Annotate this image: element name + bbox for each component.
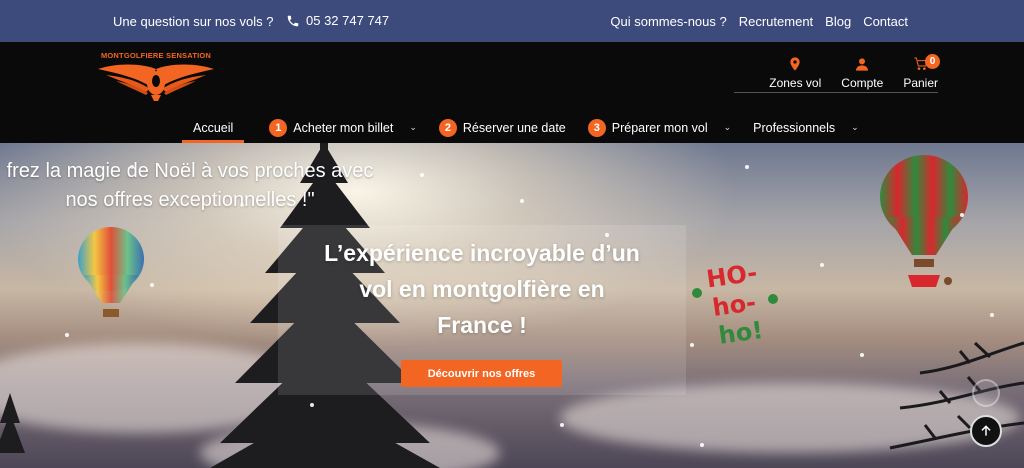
top-info-bar: Une question sur nos vols ? 05 32 747 74… bbox=[0, 0, 1024, 42]
question-text: Une question sur nos vols ? bbox=[113, 14, 274, 29]
snowflake bbox=[310, 403, 314, 407]
phone-link[interactable]: 05 32 747 747 bbox=[286, 13, 389, 28]
hero-banner: frez la magie de Noël à vos proches avec… bbox=[0, 143, 1024, 468]
cart-label: Panier bbox=[903, 76, 938, 90]
zones-vol-link[interactable]: Zones vol bbox=[769, 56, 821, 90]
scroll-indicator bbox=[972, 379, 1000, 407]
christmas-balloon-image bbox=[880, 155, 968, 287]
phoenix-logo-icon bbox=[98, 64, 214, 101]
christmas-promo-text: frez la magie de Noël à vos proches avec… bbox=[0, 157, 380, 215]
headline-line-3: France ! bbox=[437, 312, 527, 338]
account-label: Compte bbox=[841, 76, 884, 90]
nav-accueil-label: Accueil bbox=[193, 120, 234, 135]
link-qui-sommes-nous[interactable]: Qui sommes-nous ? bbox=[610, 14, 726, 29]
hero-headline: L’expérience incroyable d’un vol en mont… bbox=[283, 235, 681, 343]
user-icon bbox=[856, 58, 869, 71]
nav-preparer-vol[interactable]: 3 Préparer mon vol ⌄ bbox=[577, 112, 742, 143]
cart-link[interactable]: 0 Panier bbox=[903, 54, 940, 90]
nav-pro-label: Professionnels bbox=[753, 120, 836, 135]
link-contact[interactable]: Contact bbox=[863, 14, 908, 29]
nav-professionnels[interactable]: Professionnels ⌄ bbox=[742, 112, 870, 143]
snowflake bbox=[65, 333, 69, 337]
step-3-badge: 3 bbox=[587, 118, 606, 137]
chevron-down-icon: ⌄ bbox=[723, 122, 732, 132]
link-blog[interactable]: Blog bbox=[825, 14, 851, 29]
snowflake bbox=[420, 173, 424, 177]
nav-acheter-billet[interactable]: 1 Acheter mon billet ⌄ bbox=[258, 112, 428, 143]
discover-offers-button[interactable]: Découvrir nos offres bbox=[401, 360, 562, 387]
map-pin-icon bbox=[790, 57, 800, 71]
zones-vol-label: Zones vol bbox=[769, 76, 822, 90]
step-2-badge: 2 bbox=[438, 118, 457, 137]
chevron-down-icon: ⌄ bbox=[851, 122, 859, 132]
headline-line-2: vol en montgolfière en bbox=[359, 276, 605, 302]
phone-number: 05 32 747 747 bbox=[306, 13, 390, 28]
hot-air-balloon-left-image bbox=[78, 227, 144, 317]
phone-icon bbox=[287, 15, 299, 26]
nav-acheter-label: Acheter mon billet bbox=[293, 120, 394, 135]
snowflake bbox=[990, 313, 994, 317]
arrow-up-icon bbox=[981, 425, 991, 436]
headline-line-1: L’expérience incroyable d’un bbox=[324, 240, 640, 266]
scroll-to-top-button[interactable] bbox=[970, 415, 1002, 447]
svg-text:ho!: ho! bbox=[717, 316, 765, 350]
main-header: MONTGOLFIERE SENSATION Zones vol Compte … bbox=[0, 42, 1024, 143]
snowflake bbox=[820, 263, 824, 267]
tree-branches-image bbox=[889, 341, 1024, 450]
snowflake bbox=[520, 199, 524, 203]
snowflake bbox=[560, 423, 564, 427]
snowflake bbox=[150, 283, 154, 287]
snowflake bbox=[860, 353, 864, 357]
nav-accueil[interactable]: Accueil bbox=[182, 112, 245, 143]
cart-count-badge: 0 bbox=[925, 54, 940, 69]
snowflake bbox=[700, 443, 704, 447]
nav-reserver-date[interactable]: 2 Réserver une date bbox=[428, 112, 577, 143]
step-1-badge: 1 bbox=[269, 118, 288, 137]
account-link[interactable]: Compte bbox=[841, 56, 883, 90]
nav-reserver-label: Réserver une date bbox=[462, 120, 566, 135]
tree-left-image bbox=[0, 393, 25, 453]
promo-line-2: nos offres exceptionnelles !" bbox=[65, 189, 315, 211]
snowflake bbox=[745, 165, 749, 169]
chevron-down-icon: ⌄ bbox=[409, 122, 417, 132]
link-recrutement[interactable]: Recrutement bbox=[739, 14, 813, 29]
header-divider bbox=[734, 92, 938, 93]
nav-preparer-label: Préparer mon vol bbox=[611, 120, 708, 135]
main-nav: Accueil 1 Acheter mon billet ⌄ 2 Réserve… bbox=[182, 112, 870, 143]
promo-line-1: frez la magie de Noël à vos proches avec bbox=[6, 160, 374, 182]
snowflake bbox=[960, 213, 964, 217]
site-logo[interactable]: MONTGOLFIERE SENSATION bbox=[96, 51, 216, 105]
ho-ho-ho-sticker-image: HO- ho- ho! bbox=[692, 259, 778, 350]
